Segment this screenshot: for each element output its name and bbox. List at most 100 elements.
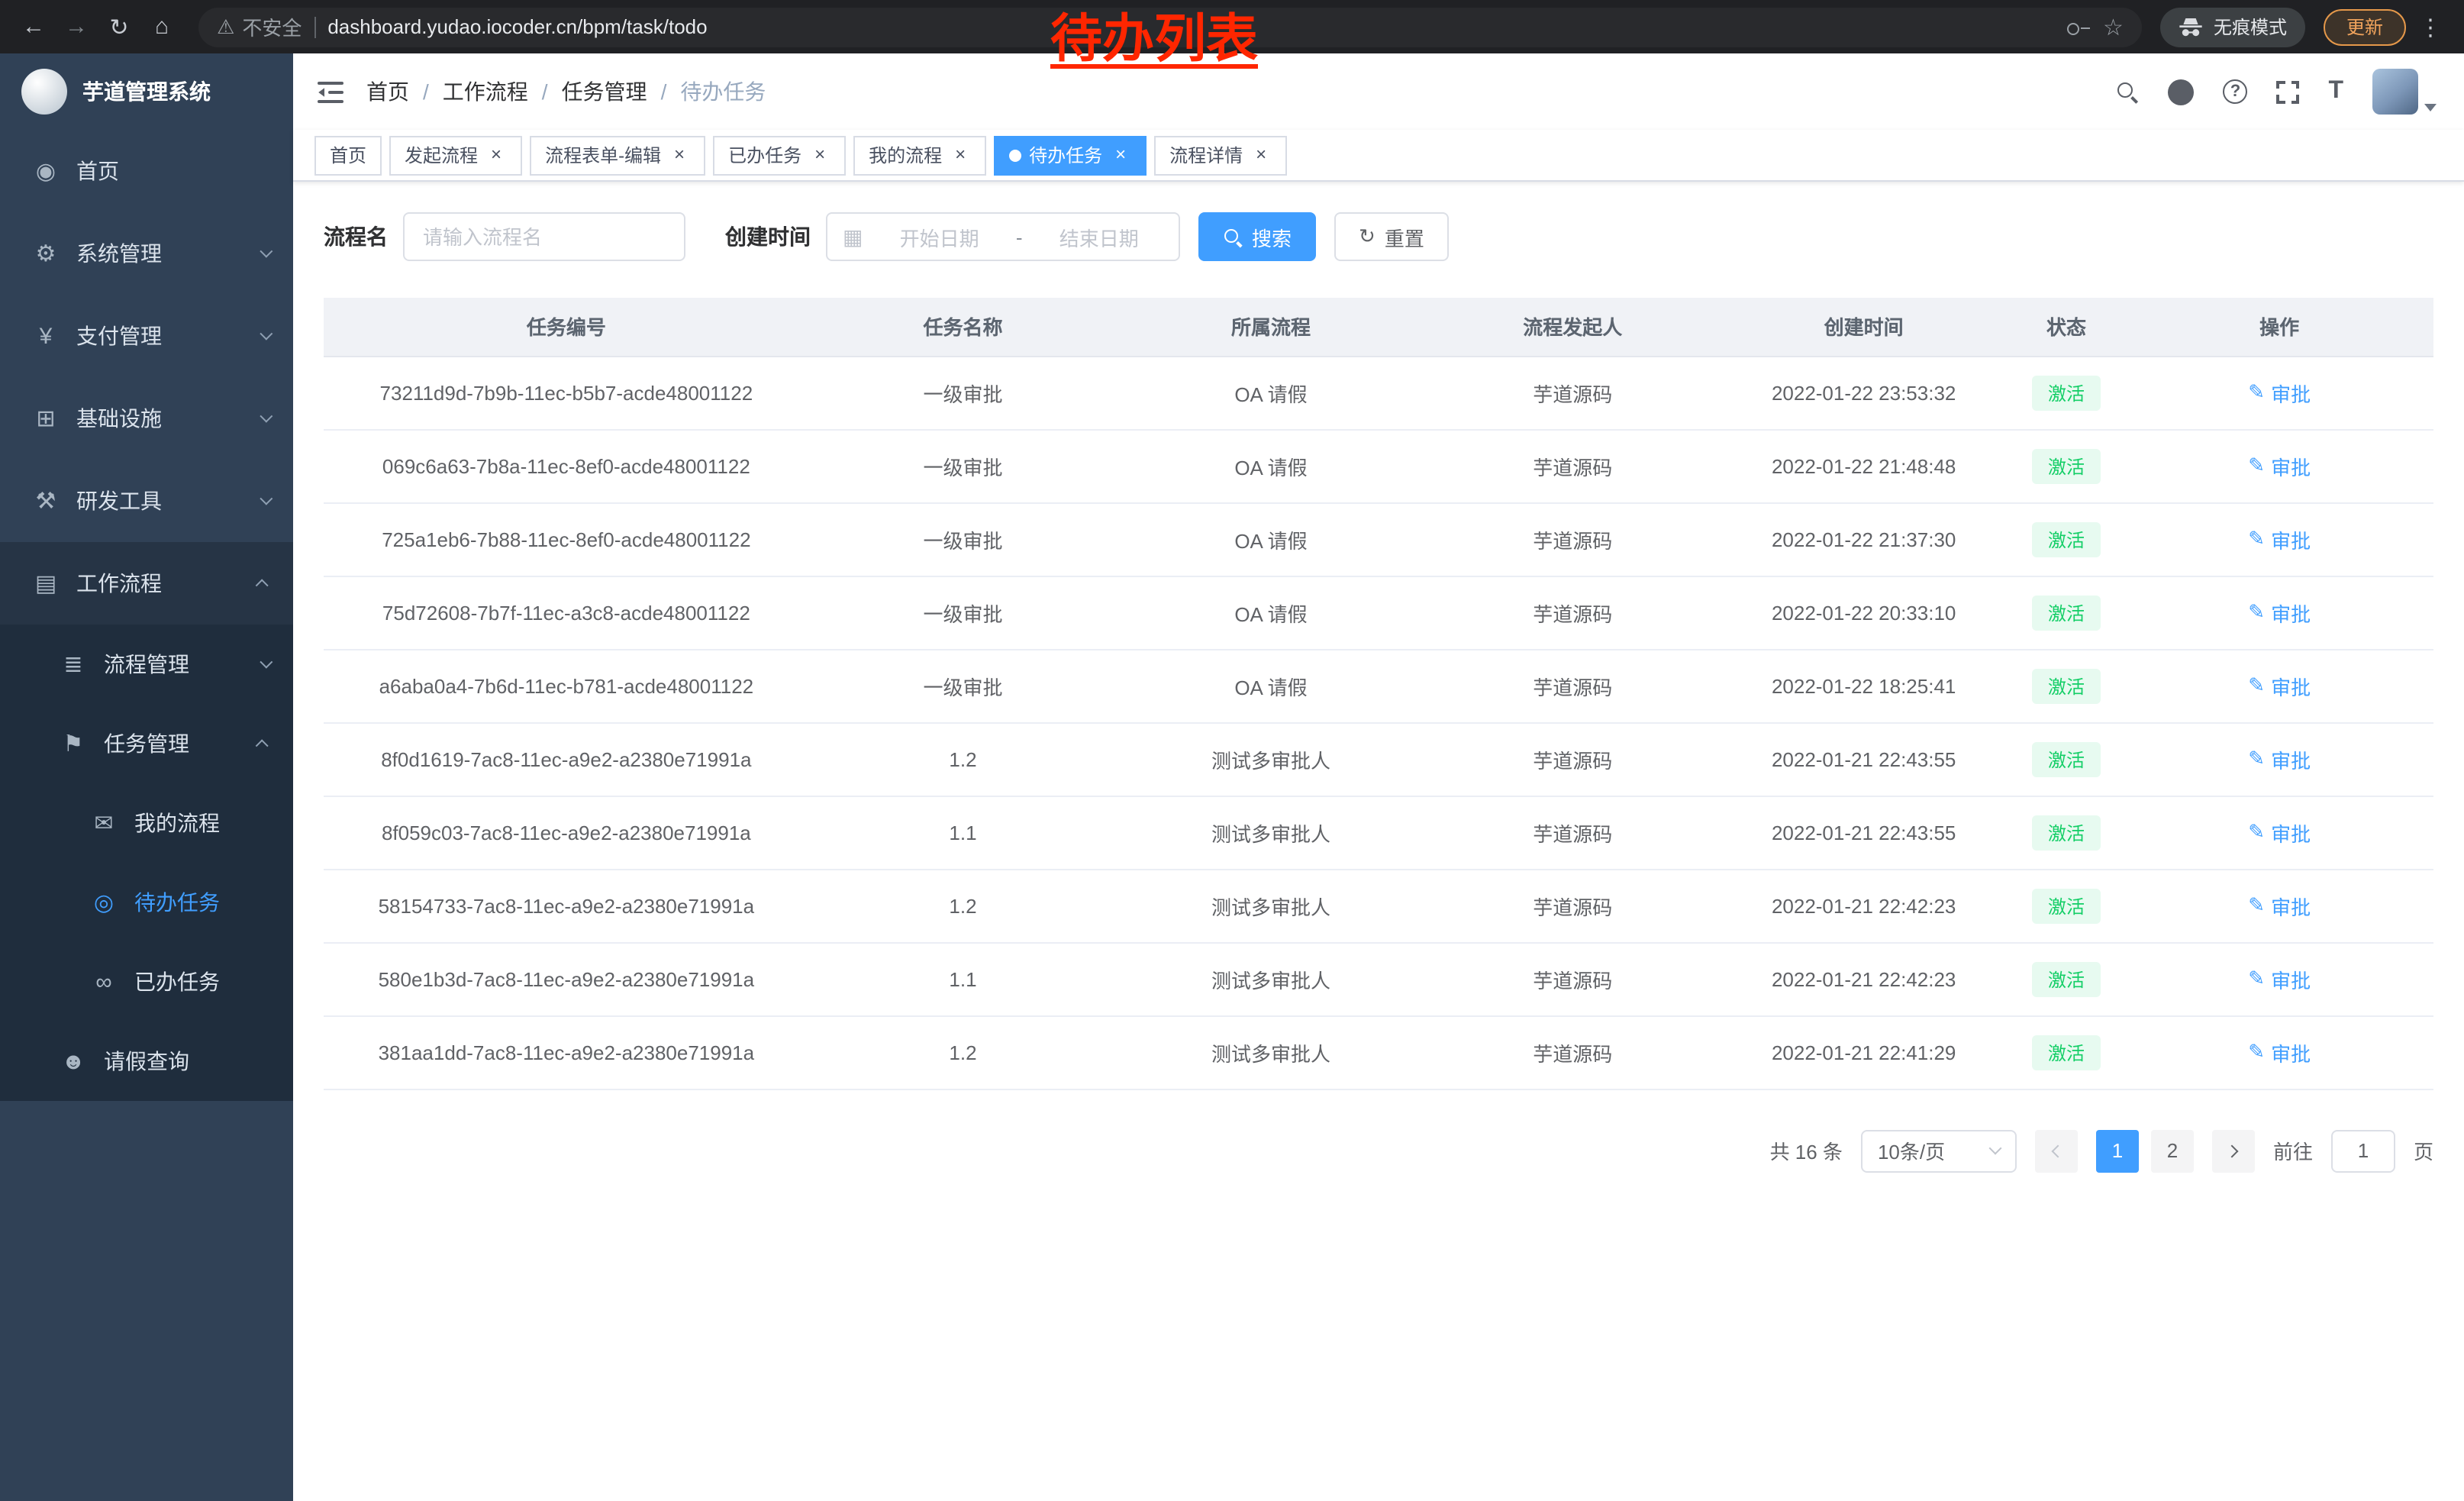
table-row: 069c6a63-7b8a-11ec-8ef0-acde48001122 一级审… [324, 429, 2433, 502]
screen: ← → ↻ ⌂ ⚠ 不安全 dashboard.yudao.iocoder.cn… [0, 0, 2464, 1501]
font-size-icon[interactable]: T [2328, 78, 2343, 105]
close-icon[interactable]: × [950, 144, 971, 166]
tab[interactable]: 流程表单-编辑 × [530, 135, 705, 175]
edit-icon: ✎ [2248, 380, 2265, 405]
github-icon[interactable] [2168, 79, 2194, 105]
sidebar-toggle-icon[interactable] [318, 80, 345, 103]
table-row: 580e1b3d-7ac8-11ec-a9e2-a2380e71991a 1.1… [324, 942, 2433, 1015]
sidebar-item-todo-task[interactable]: ◎ 待办任务 [0, 863, 293, 942]
browser-menu-icon[interactable]: ⋮ [2412, 8, 2449, 45]
total-count: 共 16 条 [1770, 1136, 1843, 1165]
page-number-button[interactable]: 1 [2096, 1129, 2139, 1172]
date-range-picker[interactable]: ▦ 开始日期 - 结束日期 [826, 212, 1180, 261]
page-number-button[interactable]: 2 [2151, 1129, 2194, 1172]
process-name-input[interactable] [403, 212, 685, 261]
approve-link[interactable]: ✎ 审批 [2248, 744, 2311, 773]
close-icon[interactable]: × [485, 144, 507, 166]
tab[interactable]: 我的流程 × [853, 135, 986, 175]
breadcrumb-separator: / [423, 79, 429, 104]
reset-button[interactable]: ↻ 重置 [1334, 212, 1449, 261]
sidebar-item-task-mgmt[interactable]: ⚑ 任务管理 [0, 704, 293, 783]
approve-link[interactable]: ✎ 审批 [2248, 525, 2311, 554]
cell-task-name: 1.1 [809, 796, 1118, 869]
tab[interactable]: 已办任务 × [713, 135, 846, 175]
search-icon[interactable] [2116, 80, 2139, 103]
status-badge: 激活 [2033, 741, 2100, 776]
cell-task-id: 725a1eb6-7b88-11ec-8ef0-acde48001122 [324, 502, 809, 576]
next-page-button[interactable] [2212, 1129, 2255, 1172]
tab[interactable]: 待办任务 × [994, 135, 1147, 175]
close-icon[interactable]: × [809, 144, 830, 166]
app-logo-row[interactable]: 芋道管理系统 [0, 53, 293, 130]
app-title: 芋道管理系统 [82, 76, 211, 107]
approve-link[interactable]: ✎ 审批 [2248, 598, 2311, 627]
user-avatar[interactable] [2372, 69, 2418, 115]
approve-link[interactable]: ✎ 审批 [2248, 818, 2311, 847]
approve-link[interactable]: ✎ 审批 [2248, 378, 2311, 407]
process-name-label: 流程名 [324, 221, 388, 252]
table-row: 58154733-7ac8-11ec-a9e2-a2380e71991a 1.2… [324, 869, 2433, 942]
sidebar-item-label: 首页 [76, 156, 119, 186]
fullscreen-icon[interactable] [2276, 80, 2299, 103]
prev-page-button[interactable] [2035, 1129, 2078, 1172]
cell-created-time: 2022-01-21 22:42:23 [1721, 942, 2008, 1015]
approve-link[interactable]: ✎ 审批 [2248, 1038, 2311, 1067]
sidebar-item-devtools[interactable]: ⚒ 研发工具 [0, 460, 293, 542]
cell-process: 测试多审批人 [1117, 796, 1425, 869]
search-button[interactable]: 搜索 [1198, 212, 1316, 261]
update-button[interactable]: 更新 [2324, 8, 2406, 45]
cell-initiator: 芋道源码 [1425, 576, 1721, 649]
sidebar-item-payment[interactable]: ¥ 支付管理 [0, 295, 293, 377]
help-icon[interactable] [2223, 79, 2247, 104]
edit-icon: ✎ [2248, 967, 2265, 991]
browser-forward-icon[interactable]: → [58, 8, 95, 45]
goto-page-input[interactable] [2331, 1129, 2395, 1172]
cell-process: OA 请假 [1117, 649, 1425, 722]
approve-link[interactable]: ✎ 审批 [2248, 671, 2311, 700]
cell-actions: ✎ 审批 [2125, 869, 2433, 942]
tab[interactable]: 发起流程 × [389, 135, 522, 175]
browser-back-icon[interactable]: ← [15, 8, 52, 45]
approve-link[interactable]: ✎ 审批 [2248, 451, 2311, 480]
refresh-icon: ↻ [1359, 224, 1376, 249]
sidebar-item-my-process[interactable]: ✉ 我的流程 [0, 783, 293, 863]
sidebar-item-home[interactable]: ◉ 首页 [0, 130, 293, 212]
sidebar-item-done-task[interactable]: ∞ 已办任务 [0, 942, 293, 1022]
cell-status: 激活 [2008, 1015, 2126, 1089]
glasses-icon: ∞ [89, 969, 119, 995]
sidebar-item-leave-query[interactable]: ☻ 请假查询 [0, 1022, 293, 1101]
cell-task-id: 8f059c03-7ac8-11ec-a9e2-a2380e71991a [324, 796, 809, 869]
approve-link-label: 审批 [2271, 598, 2311, 627]
breadcrumb-item[interactable]: 首页 [366, 76, 409, 107]
status-badge: 激活 [2033, 375, 2100, 410]
browser-refresh-icon[interactable]: ↻ [101, 8, 137, 45]
bookmark-star-icon[interactable]: ☆ [2103, 13, 2124, 40]
sidebar-item-workflow[interactable]: ▤ 工作流程 [0, 542, 293, 625]
page-size-select[interactable]: 10条/页 [1861, 1129, 2017, 1172]
tab[interactable]: 首页 [314, 135, 382, 175]
close-icon[interactable]: × [1250, 144, 1272, 166]
calendar-icon: ▦ [843, 224, 863, 250]
browser-home-icon[interactable]: ⌂ [144, 8, 180, 45]
workflow-icon: ▤ [31, 570, 61, 597]
breadcrumb-item[interactable]: 任务管理 [562, 76, 647, 107]
chevron-left-icon [2051, 1144, 2064, 1157]
tab[interactable]: 流程详情 × [1154, 135, 1287, 175]
approve-link-label: 审批 [2271, 451, 2311, 480]
password-key-icon[interactable] [2065, 15, 2091, 39]
close-icon[interactable]: × [669, 144, 690, 166]
approve-link[interactable]: ✎ 审批 [2248, 964, 2311, 993]
approve-link-label: 审批 [2271, 378, 2311, 407]
sidebar-item-system[interactable]: ⚙ 系统管理 [0, 212, 293, 295]
approve-link[interactable]: ✎ 审批 [2248, 891, 2311, 920]
cell-status: 激活 [2008, 869, 2126, 942]
cell-task-id: 8f0d1619-7ac8-11ec-a9e2-a2380e71991a [324, 722, 809, 796]
breadcrumb-item[interactable]: 工作流程 [443, 76, 528, 107]
chevron-up-icon [256, 739, 269, 752]
close-icon[interactable]: × [1110, 144, 1131, 166]
cell-created-time: 2022-01-22 21:48:48 [1721, 429, 2008, 502]
cell-actions: ✎ 审批 [2125, 429, 2433, 502]
sidebar-item-process-mgmt[interactable]: ≣ 流程管理 [0, 625, 293, 704]
sidebar-item-infra[interactable]: ⊞ 基础设施 [0, 377, 293, 460]
breadcrumb-separator: / [542, 79, 548, 104]
